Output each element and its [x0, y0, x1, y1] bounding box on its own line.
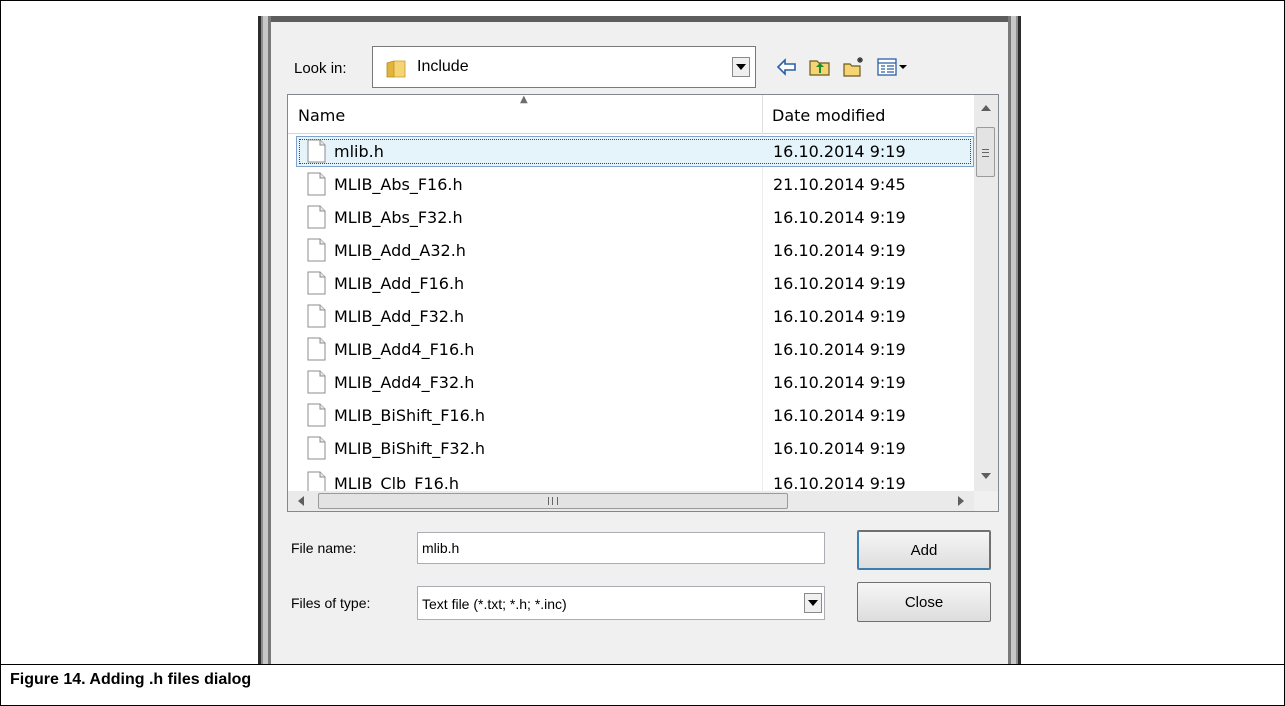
file-name: MLIB_Add_F16.h [334, 274, 465, 293]
grip-icon [982, 149, 989, 157]
file-row[interactable]: MLIB_Add_A32.h 16.10.2014 9:19 [288, 234, 974, 267]
look-in-label: Look in: [294, 60, 347, 77]
scroll-left-arrow-icon[interactable] [298, 496, 304, 506]
add-button[interactable]: Add [857, 530, 991, 570]
sort-ascending-icon: ▲ [520, 94, 528, 105]
file-date: 16.10.2014 9:19 [773, 307, 906, 326]
vertical-scroll-thumb[interactable] [976, 127, 995, 177]
file-name: MLIB_Add_A32.h [334, 241, 466, 260]
new-folder-icon[interactable] [842, 55, 866, 79]
scroll-up-arrow-icon[interactable] [981, 105, 991, 111]
file-icon [307, 304, 326, 328]
look-in-combobox[interactable]: Include [372, 46, 756, 88]
file-row[interactable]: mlib.h 16.10.2014 9:19 [288, 135, 974, 168]
file-row[interactable]: MLIB_Add_F32.h 16.10.2014 9:19 [288, 300, 974, 333]
file-date: 16.10.2014 9:19 [773, 406, 906, 425]
files-of-type-select[interactable]: Text file (*.txt; *.h; *.inc) [417, 586, 825, 620]
back-arrow-icon[interactable] [775, 55, 799, 79]
look-in-value: Include [417, 58, 469, 75]
scroll-down-arrow-icon[interactable] [981, 473, 991, 479]
column-header-name[interactable]: Name [298, 106, 345, 125]
files-of-type-label: Files of type: [291, 595, 371, 611]
file-date: 16.10.2014 9:19 [773, 274, 906, 293]
file-name: MLIB_Abs_F32.h [334, 208, 463, 227]
horizontal-scroll-thumb[interactable] [318, 493, 788, 509]
files-of-type-value: Text file (*.txt; *.h; *.inc) [422, 596, 567, 612]
file-date: 16.10.2014 9:19 [773, 340, 906, 359]
file-name-input-value: mlib.h [422, 540, 460, 556]
file-row[interactable]: MLIB_Add4_F16.h 16.10.2014 9:19 [288, 333, 974, 366]
file-icon [307, 172, 326, 196]
file-row[interactable]: MLIB_Abs_F16.h 21.10.2014 9:45 [288, 168, 974, 201]
file-date: 21.10.2014 9:45 [773, 175, 906, 194]
file-name: MLIB_Add_F32.h [334, 307, 465, 326]
folder-icon [386, 60, 406, 78]
column-separator [762, 95, 763, 133]
file-name: MLIB_BiShift_F32.h [334, 439, 485, 458]
files-of-type-dropdown-button[interactable] [804, 593, 822, 613]
grip-icon [548, 497, 558, 505]
file-name: MLIB_Add4_F32.h [334, 373, 475, 392]
close-button[interactable]: Close [857, 582, 991, 622]
file-row[interactable]: MLIB_Add_F16.h 16.10.2014 9:19 [288, 267, 974, 300]
up-folder-icon[interactable] [808, 55, 832, 79]
scrollbar-corner [974, 491, 998, 511]
file-date: 16.10.2014 9:19 [773, 373, 906, 392]
file-row[interactable]: MLIB_Abs_F32.h 16.10.2014 9:19 [288, 201, 974, 234]
file-name-label: File name: [291, 540, 357, 556]
window-left-border [258, 16, 271, 664]
file-row[interactable]: MLIB_BiShift_F32.h 16.10.2014 9:19 [288, 432, 974, 465]
view-menu-icon[interactable] [876, 55, 910, 79]
file-icon [307, 271, 326, 295]
file-icon [307, 436, 326, 460]
file-row[interactable]: MLIB_BiShift_F16.h 16.10.2014 9:19 [288, 399, 974, 432]
horizontal-scrollbar[interactable] [288, 491, 974, 511]
file-name: MLIB_BiShift_F16.h [334, 406, 485, 425]
scroll-right-arrow-icon[interactable] [958, 496, 964, 506]
column-header-date-modified[interactable]: Date modified [772, 106, 885, 125]
file-date: 16.10.2014 9:19 [773, 142, 906, 161]
file-date: 16.10.2014 9:19 [773, 241, 906, 260]
figure-caption: Figure 14. Adding .h files dialog [10, 671, 252, 688]
window-right-border [1008, 16, 1021, 664]
file-name: mlib.h [334, 142, 384, 161]
file-list-header: Name ▲ Date modified [288, 95, 974, 134]
vertical-scrollbar[interactable] [974, 95, 998, 491]
caption-separator [0, 664, 1285, 665]
file-icon [307, 403, 326, 427]
file-date: 16.10.2014 9:19 [773, 439, 906, 458]
look-in-dropdown-button[interactable] [732, 57, 750, 77]
file-name: MLIB_Abs_F16.h [334, 175, 463, 194]
file-list[interactable]: Name ▲ Date modified mlib.h 16.10.2014 9… [287, 94, 999, 512]
file-icon [307, 238, 326, 262]
file-icon [307, 139, 326, 163]
file-name-input[interactable]: mlib.h [417, 532, 825, 564]
file-icon [307, 205, 326, 229]
file-row[interactable]: MLIB_Add4_F32.h 16.10.2014 9:19 [288, 366, 974, 399]
file-name: MLIB_Add4_F16.h [334, 340, 475, 359]
file-icon [307, 337, 326, 361]
file-icon [307, 370, 326, 394]
file-date: 16.10.2014 9:19 [773, 208, 906, 227]
